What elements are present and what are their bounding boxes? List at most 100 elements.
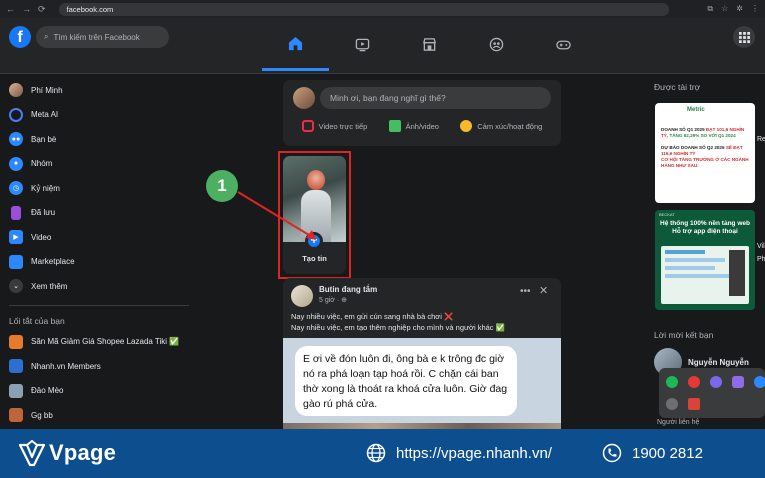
shortcut-thumbnail — [9, 408, 23, 423]
close-icon[interactable]: ✕ — [539, 284, 548, 297]
install-icon[interactable]: ⧉ — [707, 4, 713, 14]
shortcut-item[interactable]: Săn Mã Giảm Giá Shopee Lazada Tiki ✅ — [0, 330, 200, 355]
video-icon: ▶ — [9, 230, 23, 245]
app-icon[interactable] — [688, 376, 700, 388]
vpage-hotline[interactable]: 1900 2812 — [602, 443, 703, 463]
menu-grid-button[interactable] — [733, 26, 755, 48]
ad-bar — [665, 250, 705, 254]
extension-popup — [659, 368, 765, 418]
vpage-website[interactable]: https://vpage.nhanh.vn/ — [366, 443, 552, 463]
sponsored-ad-image[interactable]: BECKAT Hệ thống 100% nền tảng web Hỗ trợ… — [655, 210, 755, 310]
sidebar-item-label: Phí Minh — [31, 85, 63, 95]
ad-phone — [729, 250, 745, 296]
sidebar-item-saved[interactable]: Đã lưu — [0, 201, 200, 226]
live-video-icon — [301, 120, 314, 132]
more-options-icon[interactable]: ••• — [520, 286, 531, 297]
tab-video[interactable] — [329, 18, 396, 70]
photo-video-button[interactable]: Ảnh/video — [388, 120, 439, 132]
shortcut-item[interactable]: Đảo Mèo — [0, 379, 200, 404]
ad-bar — [665, 266, 715, 270]
vpage-logo: Vpage — [18, 439, 116, 467]
ad-headline: Hệ thống 100% nền tảng web Hỗ trợ app đi… — [659, 220, 751, 236]
chevron-down-icon: ⌄ — [9, 279, 23, 294]
sponsored-title: Được tài trợ — [654, 82, 701, 92]
ad-tag: BECKAT — [659, 212, 675, 217]
search-placeholder: Tìm kiếm trên Facebook — [53, 32, 140, 42]
feeling-activity-button[interactable]: Cảm xúc/hoạt động — [460, 120, 542, 132]
translate-icon[interactable] — [754, 376, 765, 388]
post-author[interactable]: Butin đang tắm — [319, 285, 377, 294]
ad-title-cut[interactable]: Re — [757, 136, 765, 143]
home-icon — [288, 36, 303, 50]
tab-groups[interactable] — [463, 18, 530, 70]
tab-home[interactable] — [262, 18, 329, 71]
shortcut-item[interactable]: Gg bb — [0, 403, 200, 428]
globe-icon: ⊕ — [341, 297, 347, 304]
search-input[interactable]: ⌕ Tìm kiếm trên Facebook — [36, 26, 169, 48]
message-bubble: E ơi về đón luôn đi, ông bà e k trông đc… — [295, 346, 517, 416]
sidebar-item-label: Nhóm — [31, 159, 53, 169]
ad-text-line: DOANH SỐ Q1 2025 — [661, 127, 705, 132]
post-time: 5 giờ · ⊕ — [319, 296, 347, 304]
phone-number: 1900 2812 — [632, 444, 703, 462]
spotify-icon[interactable] — [666, 376, 678, 388]
feather-icon[interactable] — [732, 376, 744, 388]
post-text: Nay nhiều việc, em gửi cún sang nhà bà c… — [291, 311, 556, 333]
tab-marketplace[interactable] — [396, 18, 463, 70]
video-icon — [355, 38, 370, 51]
sidebar-item-friends[interactable]: ●● Bạn bè — [0, 127, 200, 152]
ad-brand: Metric — [687, 107, 705, 113]
sponsored-ad-image[interactable]: Metric DOANH SỐ Q1 2025 ĐẠT 101,6 NGHÌN … — [655, 103, 755, 203]
sidebar-item-video[interactable]: ▶ Video — [0, 225, 200, 250]
avatar[interactable] — [291, 285, 313, 307]
avatar[interactable] — [293, 87, 315, 109]
post-composer: Minh ơi, bạn đang nghĩ gì thế? Video trự… — [283, 80, 561, 146]
ad-headline-line: Hệ thống 100% nền tảng web — [660, 220, 750, 227]
shortcuts-title: Lối tắt của bạn — [9, 315, 65, 326]
tab-gaming[interactable] — [530, 18, 597, 70]
sidebar-item-label: Xem thêm — [31, 281, 68, 291]
ad-text-line: CƠ HỘI TĂNG TRƯỞNG Ở CÁC NGÀNH HÀNG NHƯ … — [661, 157, 749, 168]
post-line: Nay nhiều việc, em tạo thêm nghiệp cho m… — [291, 323, 505, 332]
back-icon[interactable]: ← — [6, 4, 15, 14]
ad-title-cut[interactable]: Ph — [757, 256, 765, 263]
gaming-icon — [556, 40, 571, 49]
action-label: Ảnh/video — [405, 121, 439, 131]
sidebar-item-label: Kỷ niệm — [31, 183, 60, 193]
sidebar-item-label: Đã lưu — [31, 208, 56, 218]
live-video-button[interactable]: Video trực tiếp — [301, 120, 367, 132]
sidebar-item-label: Video — [31, 232, 52, 242]
right-sidebar: Được tài trợ — [645, 78, 765, 96]
sidebar-item-groups[interactable]: ● Nhóm — [0, 152, 200, 177]
facebook-logo[interactable]: f — [9, 26, 31, 48]
sidebar-item-profile[interactable]: Phí Minh — [0, 78, 200, 103]
composer-actions: Video trực tiếp Ảnh/video Cảm xúc/hoạt đ… — [283, 120, 561, 132]
website-url: https://vpage.nhanh.vn/ — [396, 444, 552, 462]
menu-icon[interactable]: ⋮ — [751, 4, 759, 14]
extensions-icon[interactable]: ✲ — [736, 4, 743, 14]
sidebar-item-see-more[interactable]: ⌄ Xem thêm — [0, 274, 200, 299]
bookmark-star-icon[interactable]: ☆ — [721, 4, 728, 14]
friend-name: Nguyễn Nguyễn — [688, 357, 749, 367]
composer-input[interactable]: Minh ơi, bạn đang nghĩ gì thế? — [320, 87, 551, 109]
address-bar[interactable]: facebook.com — [58, 2, 669, 16]
globe-icon — [366, 443, 386, 463]
shortcut-item[interactable]: Nhanh.vn Members — [0, 354, 200, 379]
sidebar-item-marketplace[interactable]: Marketplace — [0, 250, 200, 275]
forward-icon[interactable]: → — [22, 4, 31, 14]
url-text: facebook.com — [66, 4, 114, 14]
sidebar-item-memories[interactable]: ◷ Kỷ niệm — [0, 176, 200, 201]
smiley-icon — [460, 120, 473, 132]
ad-screenshot — [661, 246, 749, 304]
contacts-title: Người liên hệ — [657, 419, 700, 426]
sidebar-item-meta-ai[interactable]: Meta AI — [0, 103, 200, 128]
post-time-text: 5 giờ · — [319, 297, 342, 304]
viber-icon[interactable] — [710, 376, 722, 388]
phone-icon — [602, 443, 622, 463]
reload-icon[interactable]: ⟳ — [38, 4, 46, 15]
ad-title-cut[interactable]: Vil — [757, 243, 765, 250]
grid-icon — [738, 31, 750, 43]
gmail-icon[interactable] — [688, 398, 700, 410]
link-icon[interactable] — [666, 398, 678, 410]
annotation-arrow — [237, 191, 316, 240]
